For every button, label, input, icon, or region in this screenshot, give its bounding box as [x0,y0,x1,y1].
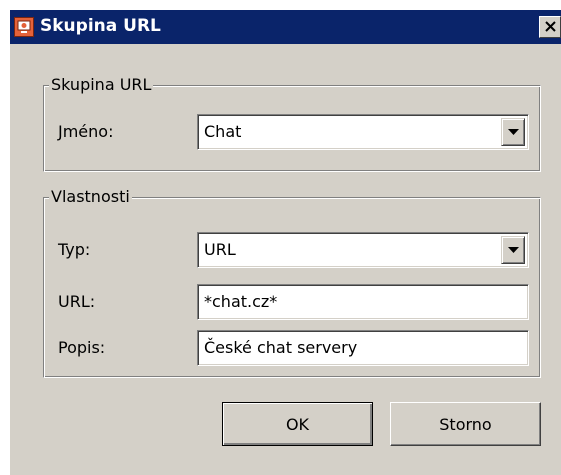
window-title: Skupina URL [40,16,161,36]
type-dropdown-button[interactable] [501,236,525,264]
cancel-button[interactable]: Storno [390,402,541,446]
type-dropdown-value: URL [204,240,236,259]
chevron-down-icon [508,247,519,253]
url-input-value: *chat.cz* [204,292,278,311]
name-dropdown-button[interactable] [501,118,525,146]
group-url-legend: Skupina URL [49,75,154,94]
name-dropdown-value: Chat [204,122,242,141]
url-input[interactable]: *chat.cz* [197,284,529,320]
properties-box: Vlastnosti Typ: URL URL: *chat.cz* Popis… [43,188,541,378]
close-button[interactable] [539,16,561,38]
name-label: Jméno: [58,122,114,141]
name-dropdown[interactable]: Chat [197,114,529,150]
description-input[interactable]: České chat servery [197,330,529,366]
type-label: Typ: [58,240,91,259]
close-icon [545,21,556,32]
url-label: URL: [58,292,96,311]
chevron-down-icon [508,129,519,135]
properties-legend: Vlastnosti [49,187,132,206]
description-label: Popis: [58,338,106,357]
group-url-box: Skupina URL Jméno: Chat [43,76,541,172]
ok-button[interactable]: OK [222,402,373,446]
description-input-value: České chat servery [204,338,358,357]
dialog-window: Skupina URL Skupina URL Jméno: Chat Vlas… [9,9,561,475]
app-icon [14,17,34,37]
title-bar[interactable]: Skupina URL [10,10,561,44]
type-dropdown[interactable]: URL [197,232,529,268]
